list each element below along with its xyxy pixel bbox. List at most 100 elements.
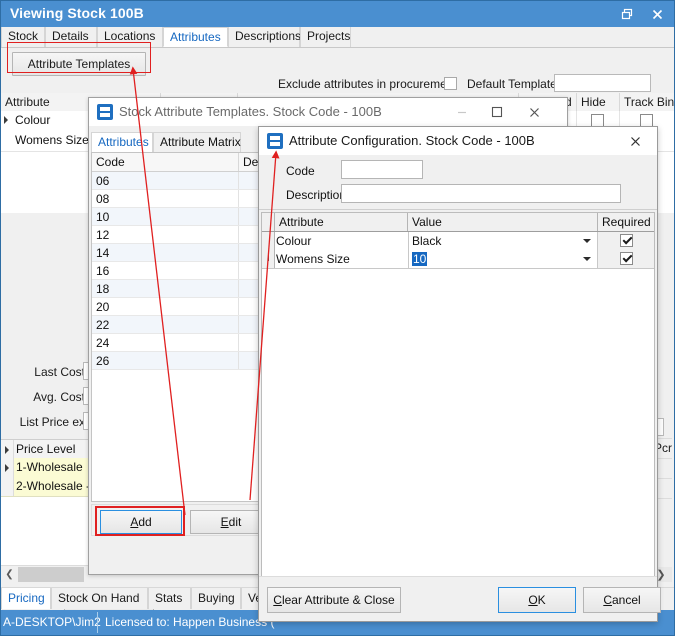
column-header-track-bin[interactable]: Track Bin [620, 93, 675, 111]
list-item[interactable]: 2-Wholesale - L [1, 477, 91, 497]
main-tabstrip: Stock Details Locations Attributes Descr… [1, 27, 674, 48]
cancel-button[interactable]: Cancel [583, 587, 661, 613]
avg-cost-label: Avg. Cost [33, 390, 85, 404]
table-row[interactable]: Colour Black [262, 232, 654, 251]
column-header-required[interactable]: Required [598, 213, 655, 231]
cell-code: 06 [96, 174, 109, 188]
required-checkbox[interactable] [620, 234, 633, 247]
config-dialog-footer: Clear Attribute & Close OK Cancel [259, 576, 657, 621]
close-icon[interactable] [519, 98, 549, 126]
maximize-icon[interactable] [482, 98, 512, 126]
close-icon[interactable] [621, 127, 649, 155]
tab-stats[interactable]: Stats [148, 588, 191, 609]
close-icon[interactable] [642, 1, 672, 27]
attribute-templates-button[interactable]: Attribute Templates [12, 52, 146, 76]
clear-button-label: lear Attribute & Close [282, 593, 395, 607]
templates-dialog-title: Stock Attribute Templates. Stock Code - … [119, 104, 382, 119]
gutter [1, 458, 14, 477]
tab-stock[interactable]: Stock [1, 27, 45, 47]
cancel-button-label: ancel [612, 593, 641, 607]
app-icon [97, 104, 113, 120]
tab-locations[interactable]: Locations [97, 27, 163, 47]
status-divider [97, 612, 98, 633]
list-price-ex-label: List Price ex [20, 415, 85, 429]
attribute-configuration-dialog: Attribute Configuration. Stock Code - 10… [258, 126, 658, 622]
tab-projects[interactable]: Projects [300, 27, 351, 47]
cell-required [598, 232, 655, 250]
row-marker-icon [5, 464, 9, 472]
cell-value[interactable]: 10 [408, 250, 598, 268]
value-text: Black [412, 234, 441, 248]
table-row[interactable]: I Womens Size 10 [262, 250, 654, 269]
cell-code: 16 [96, 264, 109, 278]
attribute-configuration-grid: Attribute Value Required Colour Black I [261, 212, 655, 577]
description-label: Description [286, 188, 346, 202]
value-text: 10 [412, 252, 427, 266]
edit-button-mnemonic: E [221, 515, 229, 529]
templates-dialog-titlebar: Stock Attribute Templates. Stock Code - … [89, 98, 567, 127]
status-license-label: Licensed to: Happen Business ( [105, 615, 274, 629]
left-fields-panel: Last Cost Avg. Cost List Price ex [1, 362, 91, 437]
config-dialog-title: Attribute Configuration. Stock Code - 10… [289, 133, 535, 148]
exclude-attributes-label: Exclude attributes in procurement [278, 77, 457, 91]
description-input[interactable] [341, 184, 621, 203]
price-level-grid-header: Price Level [1, 440, 91, 459]
tab-attributes[interactable]: Attributes [163, 27, 228, 47]
column-header-code[interactable]: Code [92, 153, 239, 171]
config-grid-header: Attribute Value Required [262, 213, 654, 232]
cell-code: 20 [96, 300, 109, 314]
tab-pricing[interactable]: Pricing [1, 588, 51, 609]
cell-code: 26 [96, 354, 109, 368]
edit-button-label: dit [229, 515, 242, 529]
ok-button-label: K [538, 593, 546, 607]
scrollbar-thumb[interactable] [18, 567, 84, 582]
clear-button-mnemonic: C [273, 593, 282, 607]
list-item[interactable]: 1-Wholesale [1, 458, 91, 478]
add-button[interactable]: Add [100, 510, 182, 534]
gutter [262, 232, 275, 250]
column-header-value[interactable]: Value [408, 213, 598, 231]
tab-stock-on-hand[interactable]: Stock On Hand [51, 588, 148, 609]
column-header-attribute[interactable]: Attribute [275, 213, 408, 231]
clear-attribute-close-button[interactable]: Clear Attribute & Close [267, 587, 401, 613]
price-level-name: 1-Wholesale [16, 460, 83, 474]
cell-value[interactable]: Black [408, 232, 598, 250]
screen-root: Viewing Stock 100B Stock Details Locatio… [0, 0, 675, 636]
tab-attribute-matrix[interactable]: Attribute Matrix [153, 132, 241, 152]
left-horizontal-scrollbar[interactable]: ❮ [1, 565, 89, 583]
price-level-grid: Price Level 1-Wholesale 2-Wholesale - L [1, 439, 91, 575]
main-window-title: Viewing Stock 100B [10, 5, 144, 21]
default-template-label: Default Template [467, 77, 557, 91]
tab-buying[interactable]: Buying [191, 588, 241, 609]
code-input[interactable] [341, 160, 423, 179]
cancel-button-mnemonic: C [603, 593, 612, 607]
row-marker-icon [5, 446, 9, 454]
required-checkbox[interactable] [620, 252, 633, 265]
status-user-label: A-DESKTOP\Jim2 [3, 615, 101, 629]
cell-code: 08 [96, 192, 109, 206]
gutter [1, 477, 14, 496]
default-template-input[interactable] [554, 74, 651, 92]
restore-icon[interactable] [612, 1, 642, 27]
minimize-icon[interactable] [447, 98, 477, 126]
cell-code: 10 [96, 210, 109, 224]
exclude-attributes-checkbox[interactable] [444, 77, 457, 90]
cell-code: 14 [96, 246, 109, 260]
chevron-left-icon[interactable]: ❮ [2, 567, 17, 582]
cell-code: 24 [96, 336, 109, 350]
ok-button-mnemonic: O [528, 593, 537, 607]
tab-attributes[interactable]: Attributes [91, 132, 153, 152]
tab-descriptions[interactable]: Descriptions [228, 27, 300, 47]
column-header-hide[interactable]: Hide [577, 93, 620, 111]
add-button-label: dd [138, 515, 151, 529]
gutter: I [262, 250, 275, 268]
text-cursor-icon: I [266, 253, 271, 264]
cell-code: 22 [96, 318, 109, 332]
cell-code: 12 [96, 228, 109, 242]
column-header-price-level[interactable]: Price Level [16, 442, 75, 456]
chevron-down-icon[interactable] [583, 239, 591, 243]
ok-button[interactable]: OK [498, 587, 576, 613]
chevron-down-icon[interactable] [583, 257, 591, 261]
code-label: Code [286, 164, 315, 178]
tab-details[interactable]: Details [45, 27, 97, 47]
